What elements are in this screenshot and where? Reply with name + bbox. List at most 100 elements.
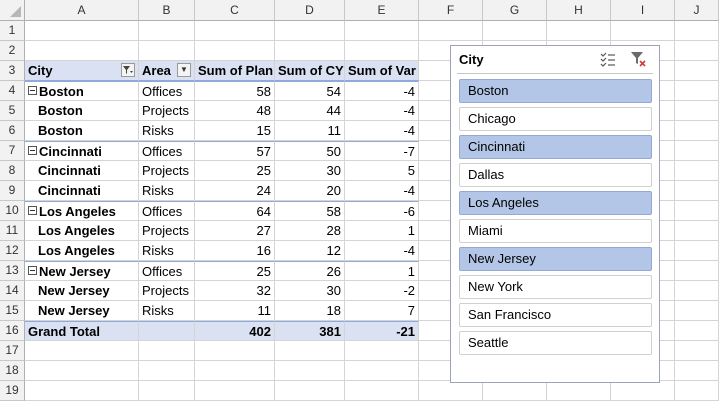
slicer-item-new-jersey[interactable]: New Jersey (459, 247, 652, 271)
column-header-i[interactable]: I (611, 0, 675, 21)
pivot-cy-cell[interactable]: 30 (275, 281, 345, 301)
row-header-7[interactable]: 7 (0, 141, 25, 161)
cell[interactable] (275, 361, 345, 381)
pivot-var-cell[interactable]: 1 (345, 261, 419, 281)
cell[interactable] (675, 81, 719, 101)
row-header-12[interactable]: 12 (0, 241, 25, 261)
column-header-j[interactable]: J (675, 0, 719, 21)
pivot-area-cell[interactable]: Projects (139, 281, 195, 301)
cell[interactable] (139, 21, 195, 41)
collapse-icon[interactable] (28, 146, 37, 155)
pivot-city-cell[interactable]: Cincinnati (25, 141, 139, 161)
pivot-plan-cell[interactable]: 27 (195, 221, 275, 241)
cell[interactable] (675, 301, 719, 321)
pivot-city-cell[interactable]: Boston (25, 121, 139, 141)
pivot-cy-cell[interactable]: 11 (275, 121, 345, 141)
cell[interactable] (675, 321, 719, 341)
cell[interactable] (675, 201, 719, 221)
cell[interactable] (195, 361, 275, 381)
pivot-city-cell[interactable]: Los Angeles (25, 201, 139, 221)
pivot-var-cell[interactable]: -2 (345, 281, 419, 301)
cell[interactable] (195, 381, 275, 401)
pivot-header-area[interactable]: Area ▼ (139, 61, 195, 81)
column-header-f[interactable]: F (419, 0, 483, 21)
collapse-icon[interactable] (28, 266, 37, 275)
pivot-plan-cell[interactable]: 25 (195, 261, 275, 281)
pivot-var-cell[interactable]: -6 (345, 201, 419, 221)
cell[interactable] (675, 281, 719, 301)
cell[interactable] (139, 361, 195, 381)
pivot-city-cell[interactable]: Boston (25, 101, 139, 121)
column-header-d[interactable]: D (275, 0, 345, 21)
cell[interactable] (139, 41, 195, 61)
pivot-plan-cell[interactable]: 58 (195, 81, 275, 101)
pivot-area-cell[interactable]: Projects (139, 161, 195, 181)
pivot-city-cell[interactable]: Boston (25, 81, 139, 101)
pivot-cy-cell[interactable]: 58 (275, 201, 345, 221)
pivot-var-cell[interactable]: 7 (345, 301, 419, 321)
pivot-cy-cell[interactable]: 12 (275, 241, 345, 261)
pivot-cy-cell[interactable]: 28 (275, 221, 345, 241)
pivot-city-cell[interactable]: Cincinnati (25, 181, 139, 201)
row-header-9[interactable]: 9 (0, 181, 25, 201)
column-header-b[interactable]: B (139, 0, 195, 21)
pivot-city-cell[interactable]: Los Angeles (25, 221, 139, 241)
slicer-item-cincinnati[interactable]: Cincinnati (459, 135, 652, 159)
filter-applied-icon[interactable] (121, 63, 135, 77)
grand-total-plan[interactable]: 402 (195, 321, 275, 341)
cell[interactable] (345, 381, 419, 401)
cell[interactable] (275, 381, 345, 401)
row-header-15[interactable]: 15 (0, 301, 25, 321)
pivot-cy-cell[interactable]: 26 (275, 261, 345, 281)
pivot-plan-cell[interactable]: 64 (195, 201, 275, 221)
pivot-plan-cell[interactable]: 25 (195, 161, 275, 181)
pivot-plan-cell[interactable]: 24 (195, 181, 275, 201)
cell[interactable] (25, 341, 139, 361)
pivot-var-cell[interactable]: -4 (345, 241, 419, 261)
column-header-e[interactable]: E (345, 0, 419, 21)
cell[interactable] (195, 41, 275, 61)
row-header-11[interactable]: 11 (0, 221, 25, 241)
cell[interactable] (483, 381, 547, 401)
pivot-area-cell[interactable]: Risks (139, 181, 195, 201)
pivot-area-cell[interactable]: Offices (139, 261, 195, 281)
pivot-city-cell[interactable]: Los Angeles (25, 241, 139, 261)
slicer-item-miami[interactable]: Miami (459, 219, 652, 243)
select-all-corner[interactable] (0, 0, 25, 21)
clear-filter-icon[interactable] (629, 50, 647, 68)
slicer-item-new-york[interactable]: New York (459, 275, 652, 299)
cell[interactable] (675, 61, 719, 81)
cell[interactable] (419, 381, 483, 401)
pivot-cy-cell[interactable]: 44 (275, 101, 345, 121)
row-header-4[interactable]: 4 (0, 81, 25, 101)
cell[interactable] (483, 21, 547, 41)
slicer-item-boston[interactable]: Boston (459, 79, 652, 103)
collapse-icon[interactable] (28, 206, 37, 215)
pivot-header-plan[interactable]: Sum of Plan (195, 61, 275, 81)
row-header-2[interactable]: 2 (0, 41, 25, 61)
cell[interactable] (675, 341, 719, 361)
cell[interactable] (675, 161, 719, 181)
row-header-1[interactable]: 1 (0, 21, 25, 41)
slicer-item-dallas[interactable]: Dallas (459, 163, 652, 187)
cell[interactable] (675, 241, 719, 261)
pivot-var-cell[interactable]: -4 (345, 181, 419, 201)
cell[interactable] (675, 121, 719, 141)
pivot-area-cell[interactable]: Offices (139, 81, 195, 101)
cell[interactable] (675, 101, 719, 121)
cell[interactable] (611, 381, 675, 401)
cell[interactable] (345, 341, 419, 361)
pivot-plan-cell[interactable]: 32 (195, 281, 275, 301)
pivot-plan-cell[interactable]: 11 (195, 301, 275, 321)
pivot-cy-cell[interactable]: 18 (275, 301, 345, 321)
row-header-3[interactable]: 3 (0, 61, 25, 81)
pivot-city-cell[interactable]: New Jersey (25, 301, 139, 321)
grand-total-area[interactable] (139, 321, 195, 341)
slicer-item-los-angeles[interactable]: Los Angeles (459, 191, 652, 215)
cell[interactable] (275, 21, 345, 41)
slicer-item-chicago[interactable]: Chicago (459, 107, 652, 131)
cell[interactable] (25, 361, 139, 381)
pivot-var-cell[interactable]: -4 (345, 81, 419, 101)
column-header-c[interactable]: C (195, 0, 275, 21)
pivot-var-cell[interactable]: -7 (345, 141, 419, 161)
